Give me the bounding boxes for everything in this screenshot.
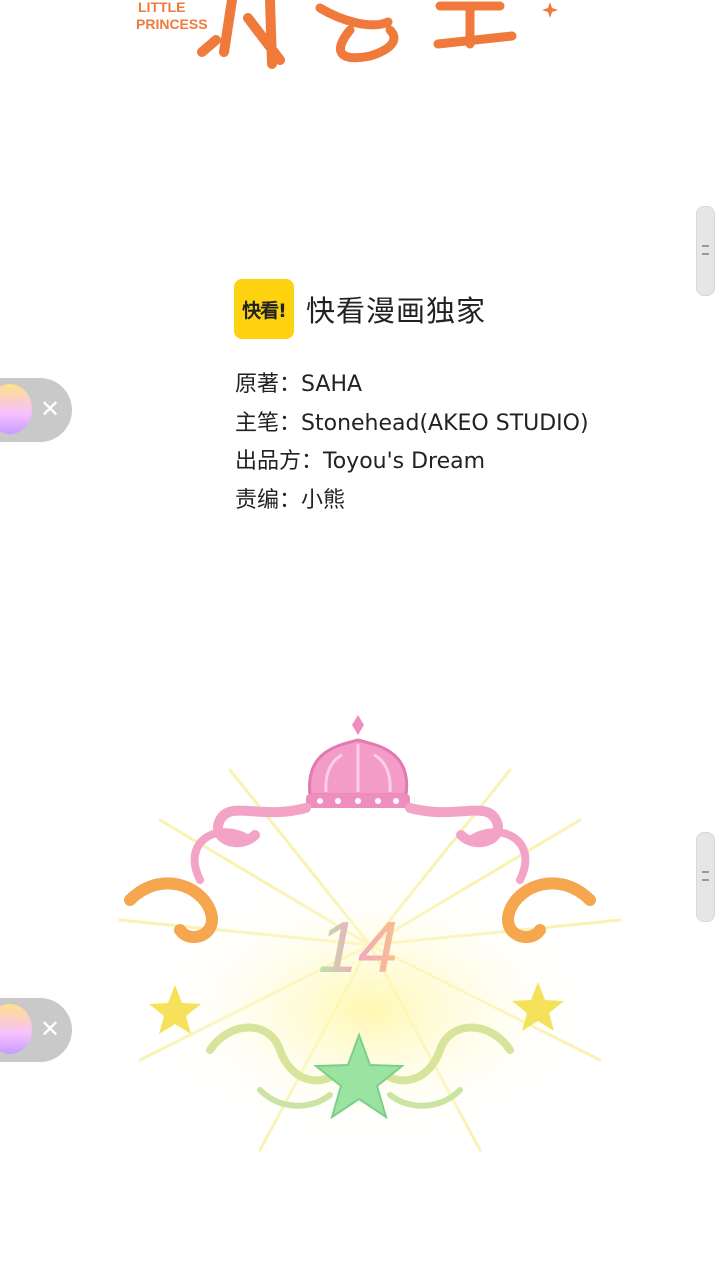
credit-value: 小熊 (301, 487, 346, 513)
grip-line-icon (702, 879, 709, 881)
floating-mini-app-button[interactable]: ✕ (0, 998, 72, 1062)
credits-list: 原著： SAHA 主笔： Stonehead(AKEO STUDIO) 出品方：… (235, 366, 589, 520)
chapter-number: 14 (318, 908, 398, 988)
close-icon[interactable]: ✕ (38, 1017, 62, 1041)
credit-producer: 出品方： Toyou's Dream (235, 443, 589, 482)
grip-line-icon (702, 253, 709, 255)
credit-original-author: 原著： SAHA (235, 366, 589, 405)
exclusive-brand-banner: 快看! 快看漫画独家 (234, 279, 486, 339)
kuaikan-logo-icon: 快看! (234, 279, 294, 339)
mini-app-thumbnail-icon[interactable] (0, 384, 32, 434)
credit-label: 原著： (235, 372, 302, 397)
grip-line-icon (702, 871, 709, 873)
credit-value: SAHA (301, 372, 363, 397)
credit-label: 出品方： (235, 449, 324, 474)
grip-line-icon (702, 245, 709, 247)
chapter-emblem-artwork: 14 (118, 715, 622, 1152)
title-subtitle-princess: PRINCESS (136, 16, 208, 32)
credit-label: 责编： (235, 487, 302, 513)
credit-value: Toyou's Dream (323, 449, 486, 474)
scroll-handle[interactable] (696, 832, 715, 922)
credit-label: 主笔： (235, 410, 302, 436)
credit-editor: 责编： 小熊 (235, 482, 589, 521)
title-subtitle-little: LITTLE (138, 0, 185, 15)
credit-main-artist: 主笔： Stonehead(AKEO STUDIO) (235, 405, 589, 444)
comic-title-artwork: LITTLE PRINCESS (136, 0, 558, 69)
floating-mini-app-button[interactable]: ✕ (0, 378, 72, 442)
exclusive-label: 快看漫画独家 (306, 294, 487, 328)
credit-value: Stonehead(AKEO STUDIO) (301, 410, 589, 436)
mini-app-thumbnail-icon[interactable] (0, 1004, 32, 1054)
close-icon[interactable]: ✕ (38, 397, 62, 421)
scroll-handle[interactable] (696, 206, 715, 296)
crown-icon (306, 715, 410, 808)
